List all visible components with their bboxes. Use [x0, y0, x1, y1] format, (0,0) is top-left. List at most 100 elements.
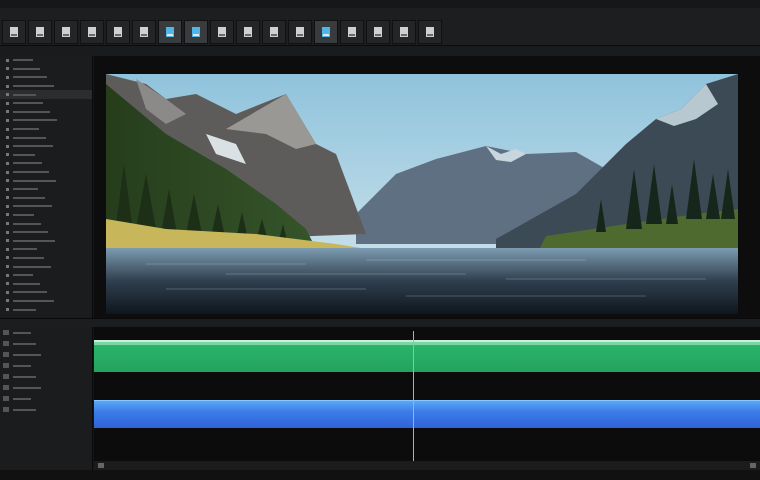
sidebar-item[interactable] — [0, 202, 92, 211]
sidebar-item[interactable] — [0, 254, 92, 263]
sidebar-item[interactable] — [0, 219, 92, 228]
pencil-tool-button[interactable] — [366, 20, 390, 44]
track-name-placeholder — [13, 353, 41, 356]
sidebar-item-placeholder — [13, 85, 54, 88]
timeline[interactable] — [94, 327, 760, 471]
track-header[interactable] — [0, 404, 92, 415]
track-header[interactable] — [0, 393, 92, 404]
sidebar-item[interactable] — [0, 56, 92, 65]
sidebar-item-placeholder — [13, 128, 39, 131]
sidebar-item[interactable] — [0, 176, 92, 185]
track-header[interactable] — [0, 338, 92, 349]
sidebar-item-placeholder — [13, 299, 54, 302]
playhead[interactable] — [413, 331, 414, 469]
item-icon — [6, 136, 9, 140]
sidebar-item[interactable] — [0, 236, 92, 245]
viewer-header — [0, 46, 760, 56]
page-tool-button[interactable] — [262, 20, 286, 44]
folder-tool-button[interactable] — [210, 20, 234, 44]
sidebar-item-placeholder — [13, 188, 38, 191]
monitor-icon — [322, 27, 330, 37]
pen-tool-button[interactable] — [2, 20, 26, 44]
crop-tool-button[interactable] — [392, 20, 416, 44]
track-header[interactable] — [0, 360, 92, 371]
sidebar-item[interactable] — [0, 133, 92, 142]
number-six-icon — [62, 27, 70, 37]
sidebar-item[interactable] — [0, 90, 92, 99]
sidebar-item-placeholder — [13, 308, 36, 311]
item-icon — [6, 127, 9, 131]
item-icon — [6, 222, 9, 226]
page-tool-button[interactable] — [106, 20, 130, 44]
track-icon — [3, 330, 9, 335]
track-icon — [3, 385, 9, 390]
sidebar-item-placeholder — [13, 102, 43, 105]
sidebar-item-placeholder — [13, 231, 48, 234]
sidebar-item[interactable] — [0, 168, 92, 177]
sidebar-item[interactable] — [0, 228, 92, 237]
image-tool-button[interactable] — [288, 20, 312, 44]
item-icon — [6, 144, 9, 148]
item-icon — [6, 196, 9, 200]
item-icon — [6, 273, 9, 277]
clip-tool-button[interactable] — [80, 20, 104, 44]
clip-tool-button[interactable] — [236, 20, 260, 44]
item-icon — [6, 75, 9, 79]
sidebar-item[interactable] — [0, 82, 92, 91]
track-header[interactable] — [0, 382, 92, 393]
sidebar-item-placeholder — [13, 256, 44, 259]
sidebar-item-placeholder — [13, 205, 52, 208]
document-tool-button[interactable] — [132, 20, 156, 44]
zoom-out-icon[interactable] — [98, 463, 104, 468]
sidebar-item[interactable] — [0, 288, 92, 297]
viewer-panel — [94, 56, 760, 320]
sidebar-item[interactable] — [0, 108, 92, 117]
sidebar-item-placeholder — [13, 196, 45, 199]
sidebar-item[interactable] — [0, 151, 92, 160]
audio-tool-button[interactable] — [418, 20, 442, 44]
sidebar-item[interactable] — [0, 142, 92, 151]
sidebar-item-placeholder — [13, 274, 33, 277]
audio-track-clip[interactable] — [94, 400, 760, 428]
sidebar-item[interactable] — [0, 73, 92, 82]
item-icon — [6, 153, 9, 157]
sidebar-item-placeholder — [13, 291, 47, 294]
sidebar-item[interactable] — [0, 305, 92, 314]
sidebar-item[interactable] — [0, 116, 92, 125]
zoom-in-icon[interactable] — [750, 463, 756, 468]
sidebar-item[interactable] — [0, 271, 92, 280]
pen-icon — [10, 27, 18, 37]
track-name-placeholder — [13, 408, 36, 411]
track-name-placeholder — [13, 397, 31, 400]
track-header[interactable] — [0, 349, 92, 360]
item-icon — [6, 93, 9, 97]
sidebar-item[interactable] — [0, 65, 92, 74]
media-icon — [348, 27, 356, 37]
page-tool-button[interactable] — [28, 20, 52, 44]
sidebar-item[interactable] — [0, 185, 92, 194]
track-header[interactable] — [0, 371, 92, 382]
track-name-placeholder — [13, 375, 36, 378]
sidebar-item[interactable] — [0, 262, 92, 271]
sidebar-item-placeholder — [13, 136, 46, 139]
sidebar-item[interactable] — [0, 99, 92, 108]
sidebar-item[interactable] — [0, 211, 92, 220]
media-tool-button[interactable] — [340, 20, 364, 44]
item-icon — [6, 256, 9, 260]
window-tool-button[interactable] — [184, 20, 208, 44]
video-track-clip[interactable] — [94, 340, 760, 372]
timeline-header — [0, 318, 760, 327]
sidebar-item[interactable] — [0, 159, 92, 168]
track-name-placeholder — [13, 386, 41, 389]
thumbnail-tool-button[interactable] — [158, 20, 182, 44]
sidebar-item[interactable] — [0, 297, 92, 306]
sidebar-item[interactable] — [0, 194, 92, 203]
sidebar-item[interactable] — [0, 125, 92, 134]
number-six-tool-button[interactable] — [54, 20, 78, 44]
sidebar-item[interactable] — [0, 245, 92, 254]
track-header[interactable] — [0, 327, 92, 338]
timeline-scrollbar[interactable] — [94, 461, 760, 470]
sidebar-item-placeholder — [13, 282, 40, 285]
sidebar-item[interactable] — [0, 279, 92, 288]
monitor-tool-button[interactable] — [314, 20, 338, 44]
